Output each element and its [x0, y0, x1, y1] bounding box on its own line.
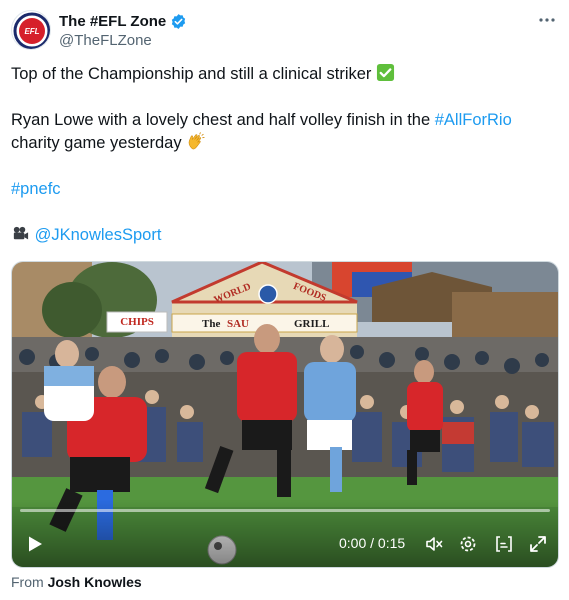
tweet-text: Top of the Championship and still a clin… [11, 63, 559, 247]
video-source-attribution: From Josh Knowles [11, 574, 142, 590]
mute-icon[interactable] [424, 534, 444, 554]
hashtag-allforrio-link[interactable]: #AllForRio [435, 111, 512, 129]
account-handle[interactable]: @TheFLZone [59, 32, 187, 49]
video-player[interactable]: WORLD FOODS CHIPS The SAU GRILL 0:00 / 0… [11, 261, 559, 568]
tweet-header: EFL The #EFL Zone @TheFLZone [11, 8, 559, 52]
settings-icon[interactable] [458, 534, 478, 554]
white-check-mark-icon [376, 63, 395, 82]
movie-camera-icon [11, 224, 30, 243]
video-progress-bar[interactable] [20, 509, 550, 512]
source-author-link[interactable]: Josh Knowles [48, 574, 142, 590]
sign-the: The [202, 318, 220, 330]
more-options-icon[interactable] [537, 10, 557, 30]
video-controls: 0:00 / 0:15 [12, 505, 558, 567]
tweet-line-2: Ryan Lowe with a lovely chest and half v… [11, 111, 512, 129]
video-time: 0:00 / 0:15 [339, 535, 406, 551]
verified-badge-icon [170, 13, 187, 30]
sign-chips: CHIPS [120, 316, 154, 328]
play-icon[interactable] [26, 535, 44, 553]
account-avatar[interactable]: EFL [11, 10, 51, 50]
sign-grill: GRILL [294, 318, 329, 330]
tweet-line-hashtag: #pnefc [11, 178, 559, 201]
clapping-hands-icon [186, 132, 205, 151]
tweet-line-credit: @JKnowlesSport [11, 224, 559, 247]
tweet-line-1: Top of the Championship and still a clin… [11, 63, 559, 86]
display-name[interactable]: The #EFL Zone [59, 13, 166, 30]
sign-sau: SAU [227, 318, 249, 330]
fullscreen-icon[interactable] [528, 534, 548, 554]
svg-text:EFL: EFL [24, 27, 39, 36]
mention-jknowlessport-link[interactable]: @JKnowlesSport [35, 226, 162, 244]
hashtag-pnefc-link[interactable]: #pnefc [11, 180, 61, 198]
tweet-line-3: charity game yesterday [11, 132, 559, 155]
subtitles-icon[interactable] [494, 534, 514, 554]
